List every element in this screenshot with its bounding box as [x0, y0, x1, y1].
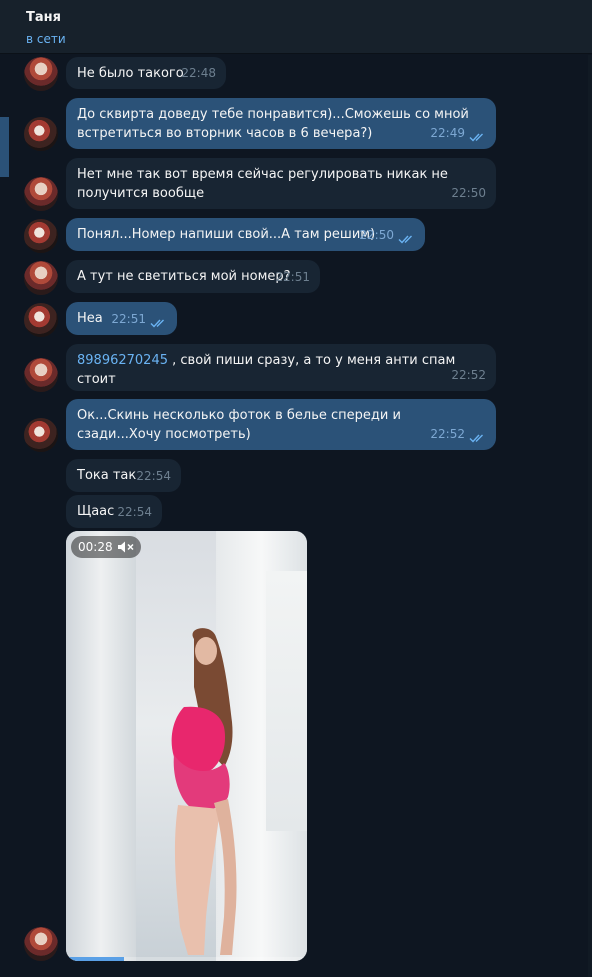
- message-bubble[interactable]: Ок...Скинь несколько фоток в белье спере…: [66, 399, 496, 450]
- message-text: Щаас: [77, 504, 115, 519]
- message-time: 22:52: [430, 427, 465, 441]
- avatar[interactable]: [24, 358, 58, 392]
- message-text: Понял...Номер напиши свой...А там решим): [77, 227, 376, 242]
- message-text: Не было такого: [77, 66, 184, 81]
- avatar[interactable]: [24, 117, 58, 151]
- message-bubble[interactable]: До сквирта доведу тебе понравится)...Смо…: [66, 98, 496, 149]
- message-time: 22:49: [430, 126, 465, 140]
- avatar[interactable]: [24, 418, 58, 452]
- avatar[interactable]: [24, 219, 58, 253]
- read-checkmarks-icon: [469, 434, 483, 443]
- message-time: 22:48: [181, 66, 216, 80]
- message-time: 22:50: [451, 186, 486, 200]
- speaker-muted-icon[interactable]: [117, 540, 135, 554]
- message-bubble[interactable]: Тока так 22:54: [66, 459, 181, 492]
- message-bubble[interactable]: Понял...Номер напиши свой...А там решим)…: [66, 218, 425, 251]
- read-checkmarks-icon: [398, 235, 412, 244]
- message-bubble[interactable]: 89896270245 , свой пиши сразу, а то у ме…: [66, 344, 496, 391]
- chat-header[interactable]: Таня в сети: [0, 0, 592, 54]
- chat-folder-indicator: [0, 117, 9, 177]
- video-duration: 00:28: [78, 540, 113, 554]
- message-text: Неа: [77, 311, 103, 326]
- avatar[interactable]: [24, 261, 58, 295]
- contact-status: в сети: [26, 32, 66, 46]
- message-bubble[interactable]: Щаас 22:54: [66, 495, 162, 528]
- message-time: 22:51: [111, 312, 146, 326]
- video-progress-bar[interactable]: [66, 957, 307, 961]
- message-bubble[interactable]: Не было такого 22:48: [66, 57, 226, 89]
- scrollbar[interactable]: [588, 55, 592, 977]
- avatar[interactable]: [24, 177, 58, 211]
- phone-number-link[interactable]: 89896270245: [77, 353, 168, 368]
- video-message[interactable]: 00:28: [66, 531, 307, 961]
- contact-name[interactable]: Таня: [26, 10, 592, 26]
- message-text: А тут не светиться мой номер?: [77, 269, 291, 284]
- message-text: Тока так: [77, 468, 137, 483]
- message-time: 22:50: [359, 228, 394, 242]
- message-bubble[interactable]: А тут не светиться мой номер? 22:51: [66, 260, 320, 293]
- message-time: 22:54: [136, 469, 171, 483]
- video-progress-fill: [66, 957, 124, 961]
- message-text: До сквирта доведу тебе понравится)...Смо…: [77, 107, 469, 141]
- message-bubble[interactable]: Нет мне так вот время сейчас регулироват…: [66, 158, 496, 209]
- message-bubble[interactable]: Неа 22:51: [66, 302, 177, 335]
- message-time: 22:51: [275, 270, 310, 284]
- message-text: Нет мне так вот время сейчас регулироват…: [77, 167, 448, 201]
- message-time: 22:54: [117, 505, 152, 519]
- avatar[interactable]: [24, 57, 58, 91]
- message-time: 22:52: [451, 368, 486, 382]
- read-checkmarks-icon: [469, 133, 483, 142]
- message-text: Ок...Скинь несколько фоток в белье спере…: [77, 408, 401, 442]
- video-frame-curtain: [66, 531, 136, 961]
- video-duration-badge[interactable]: 00:28: [71, 536, 141, 558]
- avatar[interactable]: [24, 303, 58, 337]
- video-frame-figure: [171, 628, 237, 955]
- video-frame-window: [266, 571, 307, 831]
- avatar[interactable]: [24, 927, 58, 961]
- read-checkmarks-icon: [150, 319, 164, 328]
